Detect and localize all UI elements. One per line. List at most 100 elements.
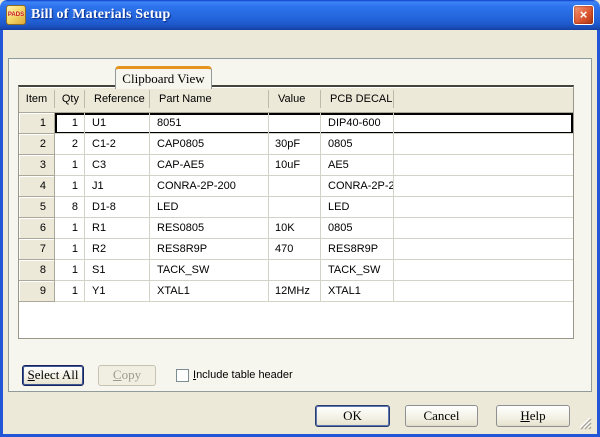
row-header-cell[interactable]: 6 bbox=[19, 218, 55, 239]
row-header-cell[interactable]: 1 bbox=[19, 113, 55, 134]
cell-pcb_decal[interactable]: DIP40-600 bbox=[321, 113, 394, 134]
row-data: 1C3CAP-AE510uFAE5 bbox=[55, 155, 573, 176]
cell-value[interactable] bbox=[269, 113, 321, 134]
cell-value[interactable]: 470 bbox=[269, 239, 321, 260]
column-header-qty[interactable]: Qty bbox=[55, 90, 85, 108]
table-row[interactable]: 22C1-2CAP080530pF0805 bbox=[19, 134, 573, 155]
column-header-item[interactable]: Item bbox=[19, 90, 55, 108]
cell-qty[interactable]: 1 bbox=[55, 260, 85, 281]
row-header-cell[interactable]: 3 bbox=[19, 155, 55, 176]
cell-qty[interactable]: 2 bbox=[55, 134, 85, 155]
cell-part_name[interactable]: LED bbox=[150, 197, 269, 218]
table-row[interactable]: 31C3CAP-AE510uFAE5 bbox=[19, 155, 573, 176]
cell-reference[interactable]: D1-8 bbox=[85, 197, 150, 218]
resize-grip[interactable] bbox=[577, 415, 592, 430]
table-row[interactable]: 61R1RES080510K0805 bbox=[19, 218, 573, 239]
cell-part_name[interactable]: 8051 bbox=[150, 113, 269, 134]
cell-part_name[interactable]: CAP-AE5 bbox=[150, 155, 269, 176]
cell-qty[interactable]: 1 bbox=[55, 113, 85, 134]
cell-filler[interactable] bbox=[394, 281, 573, 302]
copy-button[interactable]: Copy bbox=[98, 365, 156, 386]
row-data: 1S1TACK_SWTACK_SW bbox=[55, 260, 573, 281]
ok-button[interactable]: OK bbox=[315, 405, 390, 427]
tab-clipboard-view[interactable]: Clipboard View bbox=[115, 66, 212, 89]
cell-pcb_decal[interactable]: XTAL1 bbox=[321, 281, 394, 302]
column-header-reference[interactable]: Reference bbox=[85, 90, 150, 108]
cell-reference[interactable]: R1 bbox=[85, 218, 150, 239]
table-row[interactable]: 91Y1XTAL112MHzXTAL1 bbox=[19, 281, 573, 302]
help-mnemonic: H bbox=[520, 408, 529, 423]
cell-value[interactable]: 10uF bbox=[269, 155, 321, 176]
row-header-cell[interactable]: 4 bbox=[19, 176, 55, 197]
include-table-header-checkbox[interactable] bbox=[176, 369, 189, 382]
cell-pcb_decal[interactable]: 0805 bbox=[321, 134, 394, 155]
cell-filler[interactable] bbox=[394, 113, 573, 134]
cell-reference[interactable]: C3 bbox=[85, 155, 150, 176]
cell-filler[interactable] bbox=[394, 134, 573, 155]
cell-value[interactable]: 30pF bbox=[269, 134, 321, 155]
title-bar[interactable]: PADS Bill of Materials Setup × bbox=[0, 0, 600, 30]
cell-pcb_decal[interactable]: RES8R9P bbox=[321, 239, 394, 260]
column-header-value[interactable]: Value bbox=[269, 90, 321, 108]
column-header-part-name[interactable]: Part Name bbox=[150, 90, 269, 108]
cell-part_name[interactable]: TACK_SW bbox=[150, 260, 269, 281]
row-header-cell[interactable]: 2 bbox=[19, 134, 55, 155]
table-row[interactable]: 81S1TACK_SWTACK_SW bbox=[19, 260, 573, 281]
cell-filler[interactable] bbox=[394, 218, 573, 239]
cell-value[interactable] bbox=[269, 197, 321, 218]
column-header-pcb-decal[interactable]: PCB DECAL bbox=[321, 90, 394, 108]
row-header-cell[interactable]: 8 bbox=[19, 260, 55, 281]
cell-part_name[interactable]: XTAL1 bbox=[150, 281, 269, 302]
cell-filler[interactable] bbox=[394, 176, 573, 197]
cell-qty[interactable]: 1 bbox=[55, 176, 85, 197]
cell-value[interactable]: 10K bbox=[269, 218, 321, 239]
cell-reference[interactable]: U1 bbox=[85, 113, 150, 134]
cell-reference[interactable]: R2 bbox=[85, 239, 150, 260]
cell-filler[interactable] bbox=[394, 260, 573, 281]
cell-filler[interactable] bbox=[394, 197, 573, 218]
cell-reference[interactable]: S1 bbox=[85, 260, 150, 281]
row-data: 1J1CONRA-2P-200CONRA-2P-200 bbox=[55, 176, 573, 197]
cell-value[interactable] bbox=[269, 260, 321, 281]
cell-value[interactable]: 12MHz bbox=[269, 281, 321, 302]
row-data: 2C1-2CAP080530pF0805 bbox=[55, 134, 573, 155]
window-title: Bill of Materials Setup bbox=[31, 7, 171, 23]
include-table-header-label[interactable]: Include table header bbox=[193, 369, 293, 382]
row-header-cell[interactable]: 5 bbox=[19, 197, 55, 218]
cell-part_name[interactable]: RES0805 bbox=[150, 218, 269, 239]
close-button[interactable]: × bbox=[573, 5, 594, 25]
cell-pcb_decal[interactable]: LED bbox=[321, 197, 394, 218]
row-data: 1R1RES080510K0805 bbox=[55, 218, 573, 239]
row-header-cell[interactable]: 9 bbox=[19, 281, 55, 302]
cell-reference[interactable]: Y1 bbox=[85, 281, 150, 302]
column-header-filler bbox=[394, 90, 573, 108]
cell-reference[interactable]: J1 bbox=[85, 176, 150, 197]
cell-pcb_decal[interactable]: 0805 bbox=[321, 218, 394, 239]
cell-value[interactable] bbox=[269, 176, 321, 197]
select-all-button[interactable]: Select All bbox=[22, 365, 84, 386]
cell-filler[interactable] bbox=[394, 155, 573, 176]
cell-pcb_decal[interactable]: AE5 bbox=[321, 155, 394, 176]
cancel-button[interactable]: Cancel bbox=[405, 405, 478, 427]
row-data: 1Y1XTAL112MHzXTAL1 bbox=[55, 281, 573, 302]
row-data: 1U18051 DIP40-600 bbox=[55, 113, 573, 134]
table-row[interactable]: 11U18051DIP40-600 bbox=[19, 113, 573, 134]
cell-qty[interactable]: 1 bbox=[55, 239, 85, 260]
cell-qty[interactable]: 1 bbox=[55, 281, 85, 302]
table-row[interactable]: 71R2RES8R9P470RES8R9P bbox=[19, 239, 573, 260]
cell-pcb_decal[interactable]: CONRA-2P-200 bbox=[321, 176, 394, 197]
row-header-cell[interactable]: 7 bbox=[19, 239, 55, 260]
table-row[interactable]: 41J1CONRA-2P-200CONRA-2P-200 bbox=[19, 176, 573, 197]
help-button[interactable]: Help bbox=[496, 405, 570, 427]
cell-part_name[interactable]: RES8R9P bbox=[150, 239, 269, 260]
cell-pcb_decal[interactable]: TACK_SW bbox=[321, 260, 394, 281]
cell-reference[interactable]: C1-2 bbox=[85, 134, 150, 155]
cell-part_name[interactable]: CONRA-2P-200 bbox=[150, 176, 269, 197]
table-row[interactable]: 58D1-8LEDLED bbox=[19, 197, 573, 218]
cell-qty[interactable]: 1 bbox=[55, 218, 85, 239]
cell-filler[interactable] bbox=[394, 239, 573, 260]
cell-part_name[interactable]: CAP0805 bbox=[150, 134, 269, 155]
grid-body: 11U18051DIP40-60022C1-2CAP080530pF080531… bbox=[19, 113, 573, 302]
cell-qty[interactable]: 8 bbox=[55, 197, 85, 218]
cell-qty[interactable]: 1 bbox=[55, 155, 85, 176]
